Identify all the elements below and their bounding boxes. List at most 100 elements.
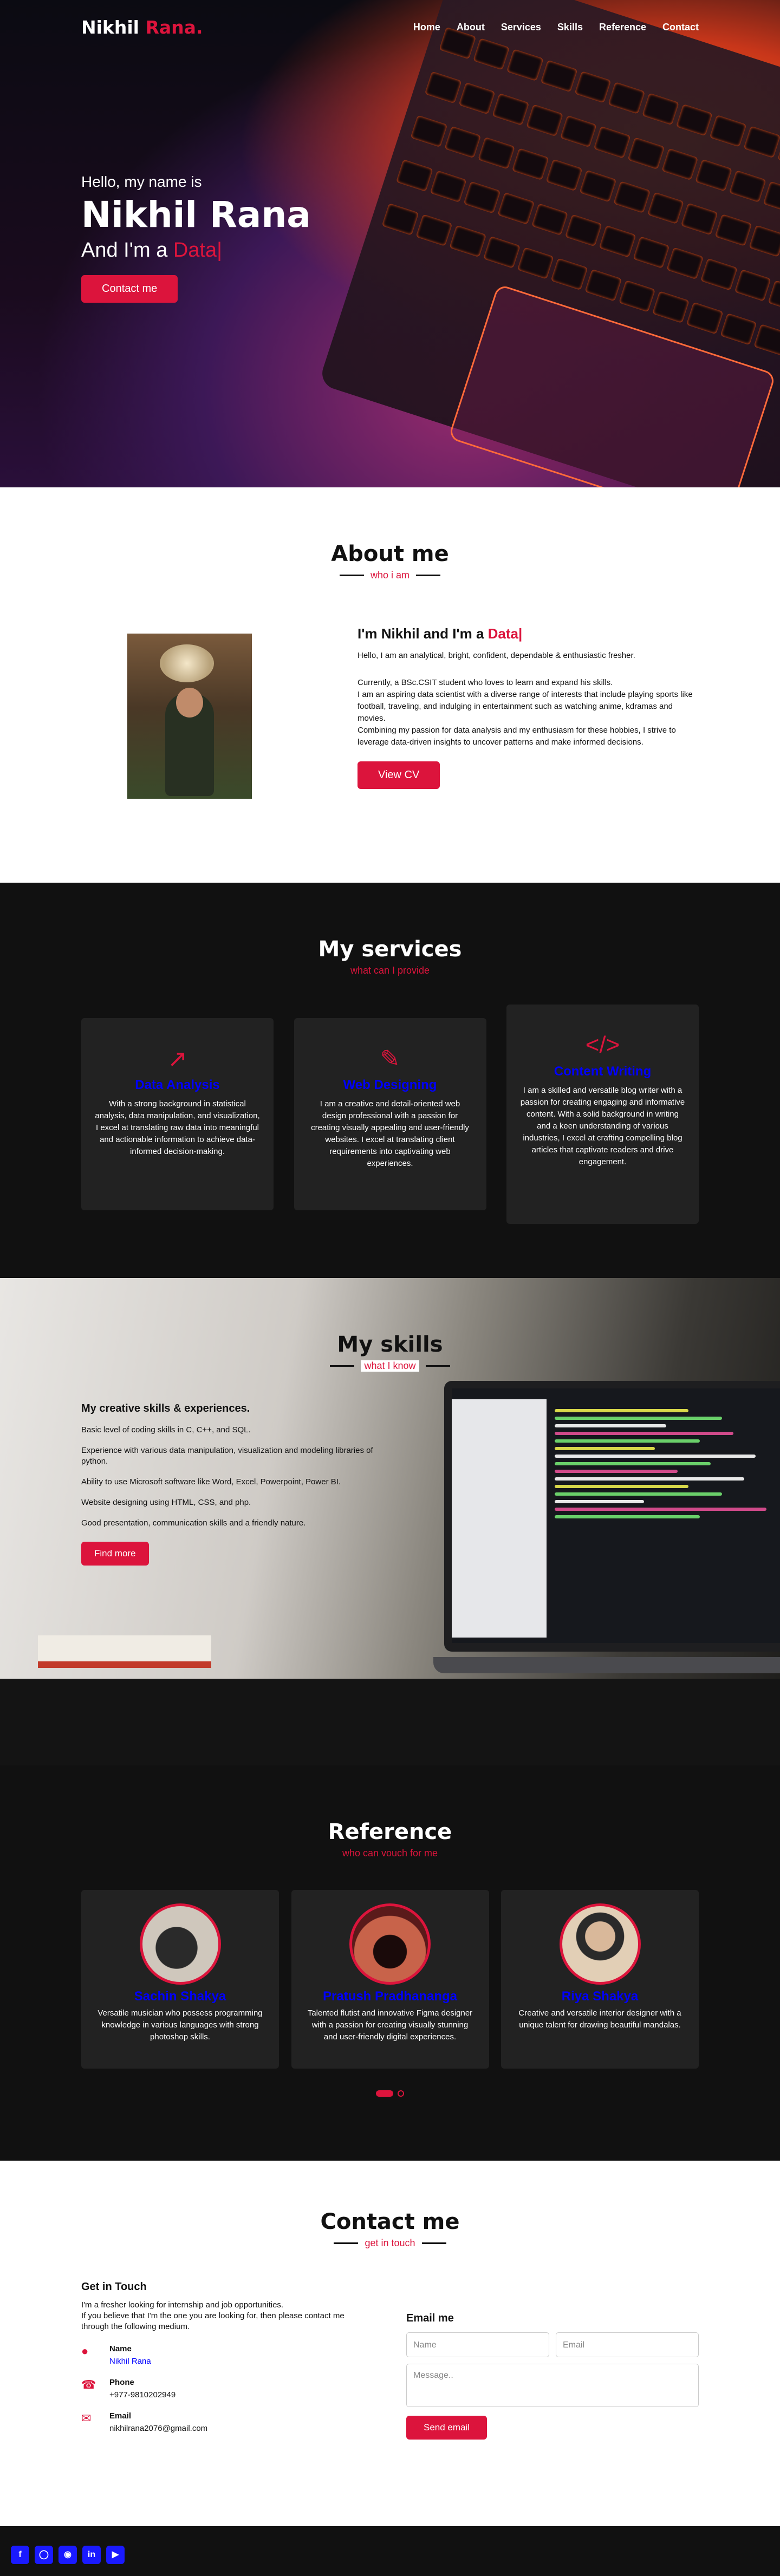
- divider: [334, 2242, 359, 2244]
- nav-reference[interactable]: Reference: [599, 22, 646, 33]
- nav-contact[interactable]: Contact: [662, 22, 699, 33]
- code-lines: [555, 1405, 778, 1523]
- contact-info: Get in Touch I'm a fresher looking for i…: [81, 2281, 374, 2433]
- about-section: About me who i am I'm Nikhil and I'm a D…: [0, 487, 780, 883]
- service-card-data-analysis[interactable]: ↗ Data Analysis With a strong background…: [81, 1018, 274, 1210]
- carousel-dots: [0, 2090, 780, 2097]
- photo-head: [176, 688, 203, 718]
- contact-name-row: ● Name Nikhil Rana: [81, 2344, 374, 2366]
- youtube-icon[interactable]: ▶: [106, 2546, 125, 2564]
- nav-about[interactable]: About: [457, 22, 485, 33]
- logo-accent: Rana.: [145, 16, 203, 38]
- profile-photo: [127, 634, 252, 799]
- contact-me-button[interactable]: Contact me: [81, 275, 178, 303]
- reference-card: Riya Shakya Creative and versatile inter…: [501, 1890, 699, 2069]
- about-para-2: I am an aspiring data scientist with a d…: [358, 690, 693, 723]
- divider: [330, 1365, 355, 1367]
- divider: [425, 1365, 450, 1367]
- contact-label: Name: [109, 2344, 132, 2353]
- contact-form: Email me Name Email Message.. Send email: [406, 2312, 699, 2440]
- avatar: [559, 1903, 641, 1985]
- contact-title: Contact me: [320, 2209, 460, 2234]
- logo-main: Nikhil: [81, 16, 139, 38]
- contact-phone-value: +977-9810202949: [109, 2390, 176, 2399]
- avatar: [349, 1903, 431, 1985]
- reference-desc: Versatile musician who possess programmi…: [98, 2008, 263, 2042]
- contact-phone-row: ☎ Phone +977-9810202949: [81, 2378, 374, 2399]
- reference-title: Reference: [328, 1819, 452, 1844]
- service-card-web-designing[interactable]: ✎ Web Designing I am a creative and deta…: [294, 1018, 486, 1210]
- about-subtitle-text: who i am: [370, 570, 410, 581]
- reference-desc: Talented flutist and innovative Figma de…: [307, 2008, 473, 2042]
- nav-skills[interactable]: Skills: [557, 22, 583, 33]
- about-heading: I'm Nikhil and I'm a Data|: [358, 625, 699, 642]
- contact-intro-1: I'm a fresher looking for internship and…: [81, 2300, 284, 2310]
- facebook-icon[interactable]: f: [11, 2546, 29, 2564]
- skills-heading: My creative skills & experiences.: [81, 1403, 250, 1414]
- file-explorer-panel: [452, 1399, 547, 1638]
- reference-card: Pratush Pradhananga Talented flutist and…: [291, 1890, 489, 2069]
- nav-services[interactable]: Services: [501, 22, 541, 33]
- service-card-content-writing[interactable]: </> Content Writing I am a skilled and v…: [506, 1005, 699, 1224]
- contact-label: Phone: [109, 2378, 134, 2387]
- contact-subtitle-text: get in touch: [365, 2238, 415, 2248]
- contact-heading: Get in Touch: [81, 2281, 147, 2293]
- reference-carousel: Sachin Shakya Versatile musician who pos…: [81, 1890, 699, 2069]
- chart-line-icon: ↗: [167, 1046, 187, 1072]
- about-para-1: Currently, a BSc.CSIT student who loves …: [358, 678, 613, 687]
- reference-name: Sachin Shakya: [134, 1989, 226, 2004]
- envelope-icon: ✉: [81, 2411, 92, 2425]
- reference-name: Pratush Pradhananga: [322, 1989, 458, 2004]
- hero-name: Nikhil Rana: [81, 194, 311, 236]
- reference-section: Reference who can vouch for me Sachin Sh…: [0, 1765, 780, 2161]
- view-cv-button[interactable]: View CV: [358, 761, 440, 789]
- hero-role: And I'm a Data|: [81, 239, 311, 262]
- services-section: My services what can I provide ↗ Data An…: [0, 883, 780, 1278]
- skill-item: Website designing using HTML, CSS, and p…: [81, 1498, 251, 1507]
- contact-name-value[interactable]: Nikhil Rana: [109, 2357, 151, 2366]
- email-input[interactable]: Email: [556, 2332, 699, 2357]
- desk-graphic: [0, 1679, 780, 1765]
- linkedin-icon[interactable]: in: [82, 2546, 101, 2564]
- find-more-button[interactable]: Find more: [81, 1542, 149, 1566]
- books-graphic: [38, 1635, 211, 1668]
- about-intro: Hello, I am an analytical, bright, confi…: [358, 651, 635, 660]
- avatar: [139, 1903, 221, 1985]
- reference-subtitle: who can vouch for me: [342, 1848, 438, 1858]
- phone-icon: ☎: [81, 2378, 96, 2391]
- photo-lamp: [160, 644, 214, 682]
- skill-item: Basic level of coding skills in C, C++, …: [81, 1425, 251, 1434]
- service-title: Data Analysis: [135, 1078, 220, 1092]
- contact-intro: I'm a fresher looking for internship and…: [81, 2300, 374, 2332]
- hero-role-prefix: And I'm a: [81, 239, 168, 262]
- user-icon: ●: [81, 2344, 89, 2358]
- contact-email-row: ✉ Email nikhilrana2076@gmail.com: [81, 2411, 374, 2433]
- send-email-button[interactable]: Send email: [406, 2416, 487, 2440]
- instagram-icon[interactable]: ◯: [35, 2546, 53, 2564]
- github-icon[interactable]: ◉: [58, 2546, 77, 2564]
- service-title: Content Writing: [554, 1064, 652, 1079]
- nav-menu: Home About Services Skills Reference Con…: [413, 22, 699, 33]
- divider: [421, 2242, 446, 2244]
- reference-desc: Creative and versatile interior designer…: [518, 2008, 681, 2030]
- about-subtitle: who i am: [0, 570, 780, 581]
- divider: [339, 575, 364, 576]
- nav-home[interactable]: Home: [413, 22, 440, 33]
- reference-card: Sachin Shakya Versatile musician who pos…: [81, 1890, 279, 2069]
- hero-text: Hello, my name is Nikhil Rana And I'm a …: [81, 173, 311, 303]
- service-desc: I am a creative and detail-oriented web …: [311, 1099, 469, 1168]
- contact-email-value: nikhilrana2076@gmail.com: [109, 2424, 208, 2433]
- skills-subtitle-text: what I know: [361, 1360, 419, 1372]
- about-text: I'm Nikhil and I'm a Data| Hello, I am a…: [358, 625, 699, 789]
- logo[interactable]: Nikhil Rana.: [81, 17, 203, 38]
- carousel-dot-2[interactable]: [398, 2090, 404, 2097]
- service-title: Web Designing: [343, 1078, 437, 1092]
- services-title: My services: [318, 937, 462, 962]
- code-icon: </>: [585, 1032, 620, 1058]
- message-textarea[interactable]: Message..: [406, 2364, 699, 2407]
- name-input[interactable]: Name: [406, 2332, 549, 2357]
- about-para-3: Combining my passion for data analysis a…: [358, 726, 676, 747]
- skills-section: My skills what I know My creative skills…: [0, 1278, 780, 1765]
- form-inputs: Name Email: [406, 2332, 699, 2357]
- carousel-dot-1[interactable]: [376, 2090, 393, 2097]
